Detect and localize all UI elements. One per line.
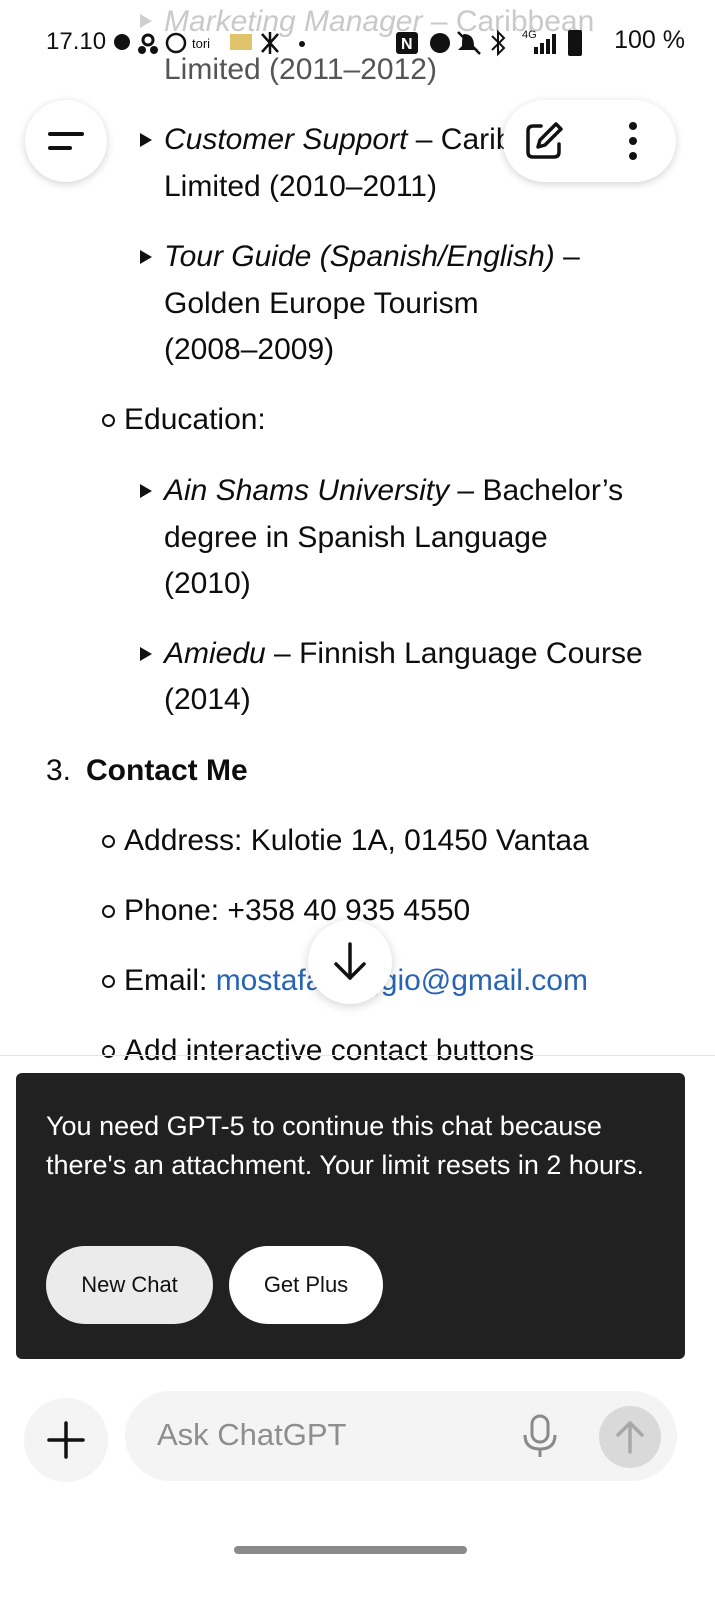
bullet-triangle <box>140 133 152 147</box>
bullet-circle <box>102 1045 115 1058</box>
battery-percent: 100 % <box>614 26 685 54</box>
bullet-triangle <box>140 250 152 264</box>
job-item-guide-cont: (2008–2009) <box>164 333 335 366</box>
svg-text:tori: tori <box>192 36 210 51</box>
limit-message: You need GPT-5 to continue this chat bec… <box>46 1111 644 1180</box>
bullet-circle <box>102 975 115 988</box>
bullet-circle <box>102 835 115 848</box>
send-button[interactable] <box>599 1406 661 1468</box>
email-link[interactable]: mostafamaggio@gmail.com <box>216 964 588 997</box>
edu-item-amiedu: Amiedu – Finnish Language Course <box>164 637 643 670</box>
edu-item-cont: degree in Spanish Language <box>164 521 548 554</box>
status-time: 17.10 <box>46 28 107 55</box>
attach-button[interactable] <box>24 1398 108 1482</box>
arrow-up-icon <box>616 1421 644 1454</box>
microphone-icon[interactable] <box>520 1413 560 1459</box>
composer <box>125 1391 677 1481</box>
job-item-guide-cont: Golden Europe Tourism <box>164 287 479 320</box>
menu-icon <box>48 132 84 150</box>
scroll-to-bottom-button[interactable] <box>308 920 392 1004</box>
plus-icon <box>47 1421 85 1459</box>
more-options-icon[interactable] <box>621 120 645 162</box>
limit-banner: You need GPT-5 to continue this chat bec… <box>16 1073 685 1359</box>
status-bar: 17.10 tori N 4G 100 % <box>0 18 715 68</box>
job-item-guide: Tour Guide (Spanish/English) – <box>164 240 580 273</box>
home-indicator <box>234 1546 467 1554</box>
edu-item-cont: (2014) <box>164 683 251 716</box>
svg-text:4G: 4G <box>522 29 537 41</box>
contact-phone: Phone: +358 40 935 4550 <box>124 894 471 927</box>
svg-text:N: N <box>401 36 413 53</box>
bullet-triangle <box>140 647 152 661</box>
contact-buttons-item: Add interactive contact buttons <box>124 1034 535 1067</box>
sidebar-menu-button[interactable] <box>25 100 107 182</box>
new-chat-icon[interactable] <box>523 120 565 162</box>
divider <box>0 1055 715 1056</box>
top-actions <box>503 100 676 182</box>
notification-icons: tori <box>114 32 305 54</box>
section-number: 3. <box>46 754 72 787</box>
get-plus-button[interactable]: Get Plus <box>229 1246 383 1324</box>
section-title: Contact Me <box>86 754 248 787</box>
message-input[interactable] <box>155 1411 499 1459</box>
edu-item-cont: (2010) <box>164 567 251 600</box>
system-status-icons: N 4G <box>396 29 582 57</box>
arrow-down-icon <box>334 942 366 980</box>
new-chat-button[interactable]: New Chat <box>46 1246 213 1324</box>
bullet-circle <box>102 905 115 918</box>
contact-address: Address: Kulotie 1A, 01450 Vantaa <box>124 824 589 857</box>
job-item-support-cont: Limited (2010–2011) <box>164 170 437 203</box>
edu-item-ain-shams: Ain Shams University – Bachelor’s <box>164 474 624 507</box>
bullet-triangle <box>140 484 152 498</box>
bullet-circle <box>102 414 115 427</box>
education-label: Education: <box>124 403 266 436</box>
